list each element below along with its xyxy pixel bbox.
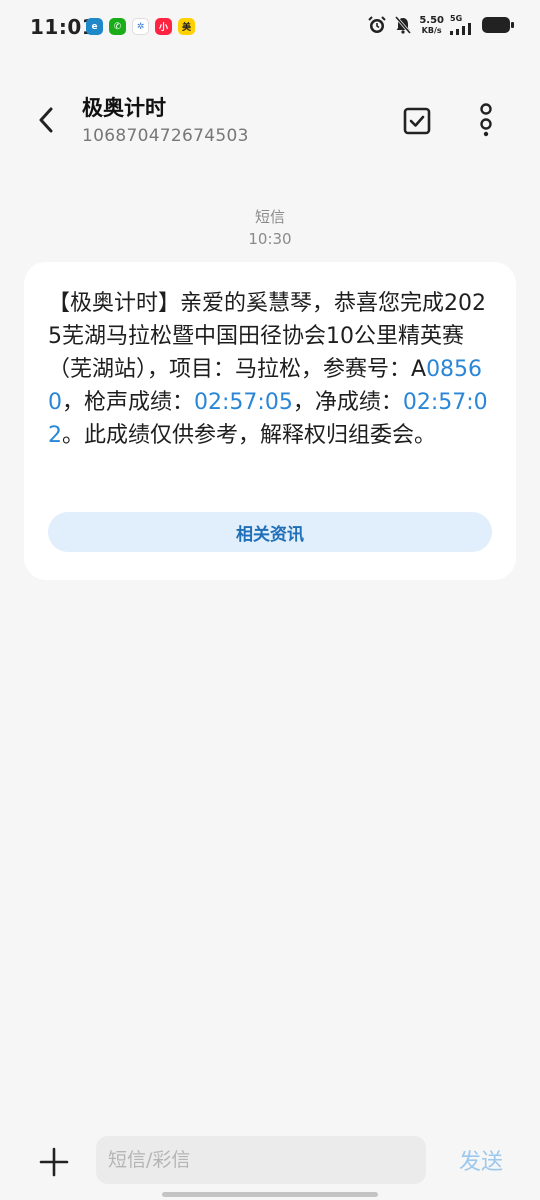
select-messages-button[interactable] [398,102,436,140]
plus-icon [39,1147,69,1177]
status-indicators: 5.50 KB/s 5G [367,14,514,35]
gun-time-link[interactable]: 02:57:05 [194,390,293,415]
signal-bars-icon [450,23,471,35]
message-type-label: 短信 [254,208,285,226]
send-button[interactable]: 发送 [448,1142,514,1178]
checkbox-icon [403,107,431,135]
home-indicator[interactable] [162,1192,378,1197]
signal-indicator: 5G [450,15,476,35]
message-segment: ，枪声成绩： [62,390,195,415]
meituan-app-icon: 美 [178,18,195,35]
contact-name: 极奥计时 [82,96,166,120]
message-segment: ，净成绩： [292,390,403,415]
message-meta: 短信 10:30 [0,206,540,250]
more-options-button[interactable] [466,100,506,140]
composer-bar: 发送 [0,1120,540,1200]
network-type: 5G [450,14,463,23]
notification-app-icons: e ✆ ✲ 小 美 [86,18,195,35]
message-time: 10:30 [248,230,292,248]
status-bar: 11:01 e ✆ ✲ 小 美 5.50 KB/s 5G [0,0,540,56]
battery-icon [482,17,514,33]
add-attachment-button[interactable] [34,1142,74,1182]
chevron-left-icon [39,107,53,133]
network-speed: 5.50 KB/s [419,14,444,35]
xiaohongshu-app-icon: 小 [155,18,172,35]
mute-bell-icon [395,16,412,34]
browser-app-icon: e [86,18,103,35]
contact-number: 106870472674503 [82,126,249,146]
message-bubble[interactable]: 【极奥计时】亲爱的奚慧琴，恭喜您完成2025芜湖马拉松暨中国田径协会10公里精英… [24,262,516,580]
message-segment: 【极奥计时】亲爱的奚慧琴，恭喜您完成2025芜湖马拉松暨中国田径协会10公里精英… [48,291,486,382]
wechat-app-icon: ✆ [109,18,126,35]
network-speed-value: 5.50 [419,14,444,26]
related-info-button[interactable]: 相关资讯 [48,512,492,552]
conversation-header: 极奥计时 106870472674503 [0,80,540,160]
message-input[interactable] [96,1136,426,1184]
more-vertical-icon [480,103,492,137]
back-button[interactable] [28,102,64,138]
pinwheel-app-icon: ✲ [132,18,149,35]
message-text: 【极奥计时】亲爱的奚慧琴，恭喜您完成2025芜湖马拉松暨中国田径协会10公里精英… [48,287,496,452]
network-speed-unit: KB/s [421,25,442,35]
alarm-icon [368,16,387,33]
message-segment: 。此成绩仅供参考，解释权归组委会。 [62,423,437,448]
